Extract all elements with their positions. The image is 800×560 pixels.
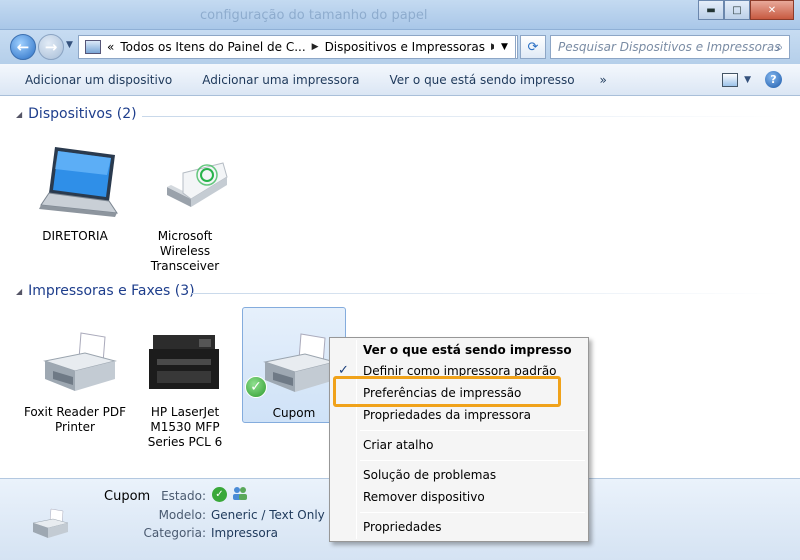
device-item-diretoria[interactable]: DIRETORIA — [23, 137, 127, 244]
users-icon — [231, 485, 249, 501]
printer-item-hp-laserjet[interactable]: HP LaserJet M1530 MFP Series PCL 6 — [133, 313, 237, 450]
window-controls: ▬ □ ✕ — [698, 0, 794, 20]
menu-item-properties[interactable]: Propriedades — [363, 520, 442, 534]
command-bar: Adicionar um dispositivo Adicionar uma i… — [0, 64, 800, 96]
more-commands-button[interactable]: » — [590, 73, 617, 87]
device-item-wireless-transceiver[interactable]: Microsoft Wireless Transceiver — [133, 137, 237, 274]
item-label: Foxit Reader PDF Printer — [23, 405, 127, 434]
menu-item-printer-properties[interactable]: Propriedades da impressora — [363, 408, 531, 422]
change-view-icon[interactable] — [722, 72, 739, 87]
item-label: DIRETORIA — [42, 229, 108, 243]
address-bar[interactable]: « Todos os Itens do Painel de C... ▶ Dis… — [78, 35, 518, 59]
details-model-label: Modelo: — [158, 508, 206, 522]
group-header-devices[interactable]: ◢ Dispositivos (2) — [16, 106, 137, 122]
group-title: Impressoras e Faxes (3) — [28, 283, 195, 299]
group-divider — [192, 293, 782, 294]
group-divider — [142, 116, 782, 117]
refresh-button[interactable]: ⟳ — [520, 35, 546, 59]
recent-pages-dropdown-icon[interactable]: ▼ — [66, 40, 73, 50]
close-button[interactable]: ✕ — [750, 0, 794, 20]
printer-icon — [23, 313, 127, 401]
mfp-printer-icon — [133, 313, 237, 401]
collapse-triangle-icon[interactable]: ◢ — [16, 110, 22, 119]
forward-button[interactable]: → — [38, 34, 64, 60]
control-panel-icon — [85, 40, 101, 54]
group-title: Dispositivos (2) — [28, 106, 137, 122]
title-bar: configuração do tamanho do papel ▬ □ ✕ — [0, 0, 800, 30]
maximize-button[interactable]: □ — [724, 0, 750, 20]
details-category-value: Impressora — [211, 526, 279, 540]
breadcrumb-item-devices-printers[interactable]: Dispositivos e Impressoras — [325, 40, 485, 54]
minimize-button[interactable]: ▬ — [698, 0, 724, 20]
help-icon[interactable]: ? — [765, 71, 782, 88]
group-header-printers[interactable]: ◢ Impressoras e Faxes (3) — [16, 283, 195, 299]
menu-item-create-shortcut[interactable]: Criar atalho — [363, 438, 433, 452]
search-icon[interactable]: ⌕ — [776, 40, 783, 55]
breadcrumb-separator[interactable]: ▶ — [312, 42, 319, 52]
search-placeholder: Pesquisar Dispositivos e Impressoras — [558, 40, 781, 54]
menu-item-remove-device[interactable]: Remover dispositivo — [363, 490, 485, 504]
view-dropdown-icon[interactable]: ▼ — [744, 75, 751, 85]
details-printer-icon — [22, 493, 74, 552]
address-dropdown-icon[interactable]: ▼ — [494, 35, 516, 59]
menu-separator — [360, 512, 585, 513]
laptop-icon — [23, 137, 127, 225]
menu-separator — [360, 460, 585, 461]
highlight-outline — [333, 376, 561, 407]
menu-item-see-whats-printing[interactable]: Ver o que está sendo impresso — [363, 343, 572, 357]
menu-separator — [360, 430, 585, 431]
add-device-button[interactable]: Adicionar um dispositivo — [0, 73, 187, 87]
status-ok-icon: ✓ — [212, 487, 227, 502]
details-model-value: Generic / Text Only — [211, 508, 325, 522]
address-row: ← → ▼ « Todos os Itens do Painel de C...… — [0, 30, 800, 64]
see-whats-printing-button[interactable]: Ver o que está sendo impresso — [375, 73, 590, 87]
window-title: configuração do tamanho do papel — [200, 8, 428, 23]
toolbar-right: ▼ ? — [722, 71, 782, 88]
breadcrumb-root-separator[interactable]: « — [107, 40, 114, 54]
item-label: Microsoft Wireless Transceiver — [150, 229, 220, 273]
back-button[interactable]: ← — [10, 34, 36, 60]
menu-item-troubleshoot[interactable]: Solução de problemas — [363, 468, 496, 482]
printer-item-foxit[interactable]: Foxit Reader PDF Printer — [23, 313, 127, 435]
details-category-label: Categoria: — [143, 526, 206, 540]
menu-gutter — [356, 340, 357, 539]
add-printer-button[interactable]: Adicionar uma impressora — [187, 73, 374, 87]
breadcrumb-item-control-panel[interactable]: Todos os Itens do Painel de C... — [120, 40, 305, 54]
context-menu: Ver o que está sendo impresso ✓ Definir … — [329, 337, 589, 542]
item-label: HP LaserJet M1530 MFP Series PCL 6 — [147, 405, 223, 449]
usb-transceiver-icon — [133, 137, 237, 225]
details-status-label: Estado: — [161, 489, 206, 503]
default-printer-check-icon: ✓ — [245, 376, 267, 398]
search-input[interactable]: Pesquisar Dispositivos e Impressoras ⌕ — [550, 35, 790, 59]
collapse-triangle-icon[interactable]: ◢ — [16, 287, 22, 296]
